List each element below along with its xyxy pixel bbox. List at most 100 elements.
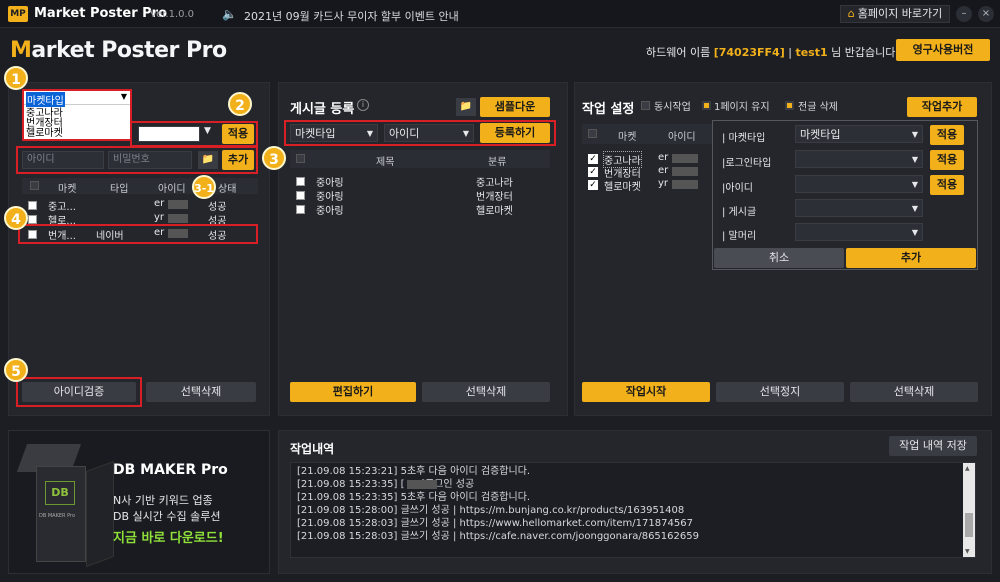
- row-checkbox[interactable]: [296, 205, 305, 214]
- market-type-dropdown-open[interactable]: 마켓타입 ▼ 중고나라 번개장터 헬로마켓: [22, 89, 132, 141]
- row-checkbox[interactable]: [28, 201, 37, 210]
- market-type-selected: 마켓타입: [26, 92, 65, 107]
- log-list[interactable]: [21.09.08 15:23:21] 5초후 다음 아이디 검증합니다. [2…: [290, 462, 976, 558]
- popup-label: | 마켓타입: [722, 133, 766, 144]
- chevron-down-icon: ▼: [366, 129, 373, 138]
- sample-download-button[interactable]: 샘플다운: [480, 97, 550, 117]
- page1-checkbox[interactable]: [702, 101, 711, 110]
- row-checkbox[interactable]: [28, 215, 37, 224]
- product-box: DB DB MAKER Pro: [36, 466, 86, 562]
- popup-label: |로그인타입: [722, 158, 772, 169]
- apply-button[interactable]: 적용: [222, 124, 254, 144]
- column-header: 마켓: [58, 184, 77, 195]
- step-marker-2: 2: [228, 92, 252, 116]
- delete-selected-button[interactable]: 선택삭제: [422, 382, 550, 402]
- step-marker-1: 1: [4, 66, 28, 90]
- homepage-button[interactable]: ⌂ 홈페이지 바로가기: [840, 5, 950, 23]
- step-marker-3: 3: [262, 146, 286, 170]
- chevron-down-icon: ▼: [911, 155, 918, 164]
- row-checkbox[interactable]: [296, 177, 305, 186]
- masked-id: [672, 180, 698, 189]
- popup-post-select[interactable]: ▼: [795, 199, 923, 217]
- save-log-button[interactable]: 작업 내역 저장: [889, 436, 977, 456]
- scroll-up-icon[interactable]: ▲: [965, 465, 970, 472]
- register-button[interactable]: 등록하기: [480, 123, 550, 143]
- row-checkbox-checked[interactable]: ✓: [588, 180, 598, 190]
- popup-prefix-select[interactable]: ▼: [795, 223, 923, 241]
- market-option[interactable]: 헬로마켓: [26, 129, 130, 139]
- masked-id: [407, 480, 437, 489]
- add-account-button[interactable]: 추가: [222, 150, 254, 170]
- table-row[interactable]: 중아링 헬로마켓: [290, 202, 550, 217]
- chevron-down-icon[interactable]: ▼: [204, 126, 211, 136]
- minimize-button[interactable]: –: [956, 6, 972, 22]
- scroll-down-icon[interactable]: ▼: [965, 548, 970, 555]
- delete-selected-button[interactable]: 선택삭제: [850, 382, 978, 402]
- log-line: [21.09.08 15:28:03] 글쓰기 성공 | https://caf…: [297, 531, 699, 542]
- table-row[interactable]: 중고... er 성공: [22, 198, 258, 213]
- chevron-down-icon: ▼: [911, 130, 918, 139]
- notice-link[interactable]: 2021년 09월 카드사 무이자 할부 이벤트 안내: [244, 8, 459, 24]
- log-line: [21.09.08 15:28:03] 글쓰기 성공 | https://www…: [297, 518, 693, 529]
- verify-id-button[interactable]: 아이디검증: [22, 382, 136, 402]
- select-all-checkbox[interactable]: [30, 181, 39, 190]
- select-all-checkbox[interactable]: [296, 154, 305, 163]
- password-input[interactable]: 비밀번호: [108, 151, 192, 169]
- log-panel-title: 작업내역: [290, 442, 335, 456]
- column-header: 타입: [110, 184, 129, 195]
- column-header: 아이디: [158, 184, 186, 195]
- row-checkbox[interactable]: [296, 191, 305, 200]
- db-logo-icon: DB: [45, 481, 75, 505]
- row-checkbox[interactable]: [28, 230, 37, 239]
- popup-label: | 게시글: [722, 207, 757, 218]
- select-all-checkbox[interactable]: [588, 129, 597, 138]
- table-row[interactable]: 번개... 네이버 er 성공: [22, 227, 258, 242]
- table-row[interactable]: 중아링 번개장터: [290, 188, 550, 203]
- post-id-select[interactable]: 아이디 ▼: [384, 124, 474, 142]
- folder-icon[interactable]: 📁: [456, 98, 476, 116]
- table-row[interactable]: 중아링 중고나라: [290, 174, 550, 189]
- popup-market-select[interactable]: 마켓타입 ▼: [795, 125, 923, 143]
- popup-cancel-button[interactable]: 취소: [714, 248, 844, 268]
- popup-label: |아이디: [722, 183, 753, 194]
- masked-id: [168, 200, 188, 209]
- stop-selected-button[interactable]: 선택정지: [716, 382, 844, 402]
- ad-headline: DB MAKER Pro: [113, 462, 228, 478]
- row-checkbox-checked[interactable]: ✓: [588, 154, 598, 164]
- concurrent-checkbox[interactable]: [641, 101, 650, 110]
- info-icon[interactable]: i: [357, 99, 369, 111]
- table-row[interactable]: ✓ 헬로마켓 yr: [588, 178, 718, 193]
- login-type-field[interactable]: [138, 126, 200, 142]
- popup-apply-button[interactable]: 적용: [930, 125, 964, 145]
- ad-cta[interactable]: 지금 바로 다운로드!: [113, 527, 224, 546]
- log-line: [21.09.08 15:28:00] 글쓰기 성공 | https://m.b…: [297, 505, 685, 516]
- post-market-select[interactable]: 마켓타입 ▼: [290, 124, 378, 142]
- popup-apply-button[interactable]: 적용: [930, 175, 964, 195]
- account-table-header: 마켓 타입 아이디 상태: [22, 178, 258, 195]
- popup-add-button[interactable]: 추가: [846, 248, 976, 268]
- row-checkbox-checked[interactable]: ✓: [588, 167, 598, 177]
- column-header: 상태: [218, 184, 237, 195]
- add-job-button[interactable]: 작업추가: [907, 97, 977, 117]
- log-line: [21.09.08 15:23:21] 5초후 다음 아이디 검증합니다.: [297, 466, 531, 477]
- masked-id: [672, 167, 698, 176]
- popup-label: | 말머리: [722, 231, 757, 242]
- popup-id-select[interactable]: ▼: [795, 175, 923, 193]
- folder-icon[interactable]: 📁: [198, 151, 218, 169]
- post-panel-title: 게시글 등록: [290, 102, 355, 117]
- license-button[interactable]: 영구사용버전: [896, 39, 990, 61]
- log-line: [21.09.08 15:23:35] [ er ]로그인 성공: [297, 479, 475, 490]
- delete-all-checkbox[interactable]: [785, 101, 794, 110]
- edit-button[interactable]: 편집하기: [290, 382, 416, 402]
- popup-login-type-select[interactable]: ▼: [795, 150, 923, 168]
- start-job-button[interactable]: 작업시작: [582, 382, 710, 402]
- home-icon: ⌂: [847, 7, 855, 20]
- log-scrollbar[interactable]: ▲ ▼: [963, 463, 975, 557]
- id-input[interactable]: 아이디: [22, 151, 104, 169]
- delete-selected-button[interactable]: 선택삭제: [146, 382, 256, 402]
- popup-apply-button[interactable]: 적용: [930, 150, 964, 170]
- close-button[interactable]: ×: [978, 6, 994, 22]
- table-row[interactable]: ✓ 번개장터 er: [588, 165, 718, 180]
- scroll-thumb[interactable]: [965, 513, 973, 537]
- table-row[interactable]: ✓ 중고나라 er: [588, 151, 718, 168]
